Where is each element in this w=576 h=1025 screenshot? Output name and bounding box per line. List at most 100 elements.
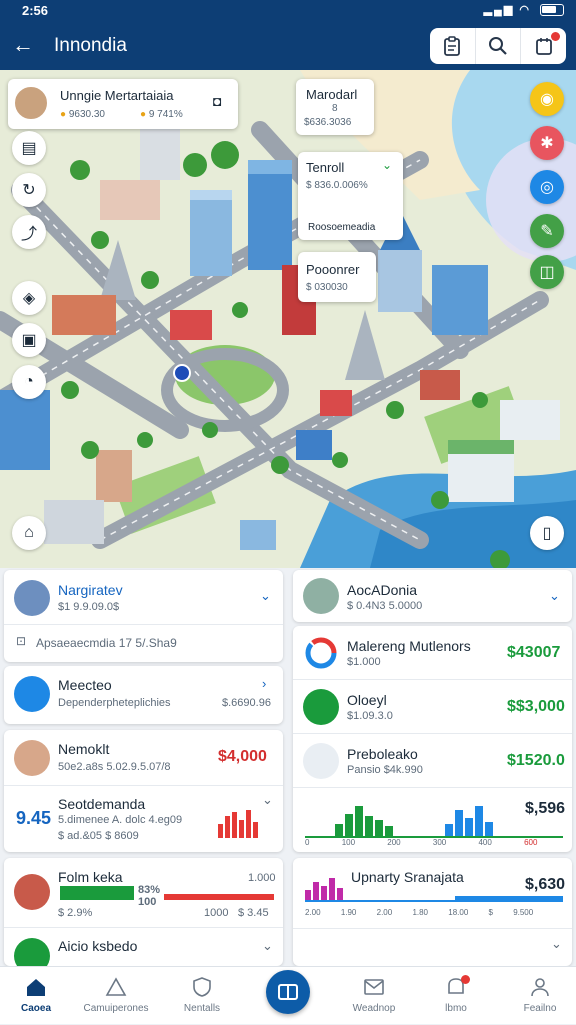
row-amount: 9.45 [16,808,52,828]
chevron-right-icon[interactable]: › [262,676,266,691]
left-header-name: Nargiratev [58,582,123,598]
compass-button[interactable]: ▯ [530,516,564,550]
tab-label: Nentalls [183,1003,221,1014]
map-fab-button[interactable] [266,970,310,1014]
row-sub: Pansio $4k.990 [347,764,423,776]
popup-title: Marodarl [306,87,358,102]
route-icon: ⤴ [20,226,37,243]
right-bar-chart-2 [305,878,563,902]
row-avatar [303,689,339,725]
layers-tool-button[interactable]: ◈ [12,281,46,315]
map-popup-tenroll[interactable]: Tenroll ⌄ $ 836.0.006% Roosoemeadia [298,152,403,240]
running-tool-button[interactable]: ✱ [530,126,564,160]
left-header-panel[interactable]: Nargiratev $1 9.9.09.0$ ⌄ ⊡ Apsaeaecmdia… [4,570,283,662]
left-row-folm-keka[interactable]: Folm keka 83% 100 1.000 $ 2.9% 1000 $ 3.… [4,858,283,928]
row-amount: $43007 [507,644,561,661]
tab-lbmo[interactable]: lbmo [416,967,496,1025]
info-icon: ⊡ [16,634,27,648]
notification-badge [551,32,561,41]
route-tool-button[interactable]: ⤴ [12,215,46,249]
home-icon: ⌂ [24,524,34,541]
row-name: Preboleako [347,746,418,762]
chevron-down-icon[interactable]: ⌄ [260,588,271,604]
notification-button[interactable] [521,28,566,64]
row-name: Folm keka [58,869,123,885]
tab-label: lbmo [445,1003,467,1014]
right-group-panel-2[interactable]: Upnarty Sranajata $,630 2.00 1.90 2.00 1… [293,858,572,966]
left-row-meecteo[interactable]: Meecteo Dependerpheteplichies $.6690.96 … [4,666,283,724]
chevron-down-icon[interactable]: ⌄ [549,588,560,604]
back-arrow-icon[interactable]: ← [12,33,34,57]
progress-bar-green [60,886,134,900]
row-name: Seotdemanda [58,796,146,812]
pin-tool-button[interactable]: ✎ [530,214,564,248]
left-row-aicio[interactable]: Aicio ksbedo ⌄ [4,928,283,974]
row-name: Malereng Mutlenors [347,638,471,654]
progress-bar-red [164,894,274,900]
row-sub: 50e2.a8s 5.02.9.5.07/8 [58,761,171,773]
clipboard-button[interactable] [430,28,476,64]
row-value: 83% [138,884,161,896]
left-header-sub: $1 9.9.09.0$ [58,601,120,613]
right-row-malereng[interactable]: Malereng Mutlenors $1.000 $43007 [293,626,572,680]
status-icons: ▂▄▆ ◠ [484,3,564,17]
left-row-seotdemanda[interactable]: 9.45 Seotdemanda 5.dimenee A. dolc 4.eg0… [4,786,283,852]
row-amount: $$3,000 [507,698,565,715]
clipboard-icon [444,36,461,56]
tab-weadnop[interactable]: Weadnop [334,967,414,1025]
map-tool-button[interactable]: ◫ [530,255,564,289]
profile-tool-button[interactable]: ◔ [12,365,46,399]
row-avatar [14,874,50,910]
tab-home[interactable]: Caoea [0,967,76,1025]
chevron-down-icon[interactable]: ⌄ [262,792,273,808]
chevron-down-icon[interactable]: ⌄ [262,938,273,954]
map-popup-pooonrer[interactable]: Pooonrer $ 030030 [298,252,376,302]
map-illustration [0,70,576,568]
row-name: Nemoklt [58,741,110,757]
right-row-chart[interactable]: $,596 0 100 200 300 400 600 [293,788,572,852]
car-tool-button[interactable]: ◉ [530,82,564,116]
document-tool-button[interactable]: ▤ [12,131,46,165]
satellite-tool-button[interactable]: ◎ [530,170,564,204]
running-icon: ✱ [540,135,554,152]
home-tool-button[interactable]: ⌂ [12,516,46,550]
tab-nentalls[interactable]: Nentalls [162,967,242,1025]
tab-feailno[interactable]: Feailno [500,967,576,1025]
popup-title: Pooonrer [306,262,360,277]
chevron-down-icon[interactable]: ⌄ [382,158,392,172]
tent-icon [105,977,127,996]
camera-icon[interactable]: ◘ [213,93,221,109]
mail-icon [364,979,384,995]
left-row-nemoklt[interactable]: Nemoklt 50e2.a8s 5.02.9.5.07/8 $4,000 [4,730,283,786]
popup-value: $636.3036 [304,117,352,128]
tab-camuiperones[interactable]: Camuiperones [76,967,156,1025]
popup-value: Roosoemeadia [308,222,376,233]
clipboard-tool-button[interactable]: ▣ [12,323,46,357]
user-name: Unngie Mertartaiaia [60,88,174,103]
notification-badge [461,975,470,984]
popup-value: $ 836.0.006% [306,180,368,191]
row-sub: $1.000 [347,656,381,668]
row-sub: Dependerpheteplichies [58,697,171,709]
user-stat-1: ● 9630.30 [60,109,105,120]
right-row-oloeyl[interactable]: Oloeyl $1.09.3.0 $$3,000 [293,680,572,734]
user-avatar [13,85,49,121]
right-row-preboleako[interactable]: Preboleako Pansio $4k.990 $1520.0 [293,734,572,788]
user-card[interactable]: Unngie Mertartaiaia ● 9630.30 ● 9 741% ◘ [8,79,238,129]
battery-icon [540,4,564,17]
notification-icon [535,38,552,55]
appbar-actions [430,28,566,64]
chevron-down-icon[interactable]: ⌄ [551,936,562,952]
map-icon: ◫ [539,264,555,281]
compass-icon: ▯ [542,525,552,542]
pin-icon: ✎ [540,223,554,240]
rotate-tool-button[interactable]: ↻ [12,173,46,207]
right-header-avatar [303,578,339,614]
search-button[interactable] [476,28,522,64]
city-map[interactable]: Unngie Mertartaiaia ● 9630.30 ● 9 741% ◘… [0,70,576,568]
row-name: Aicio ksbedo [58,938,138,954]
map-popup-marodarl[interactable]: Marodarl 8 $636.3036 [296,79,374,135]
app-bar: ← Innondia [0,22,576,70]
right-header-panel[interactable]: AocADonia $ 0.4N3 5.0000 ⌄ [293,570,572,622]
profile-icon [531,978,549,997]
